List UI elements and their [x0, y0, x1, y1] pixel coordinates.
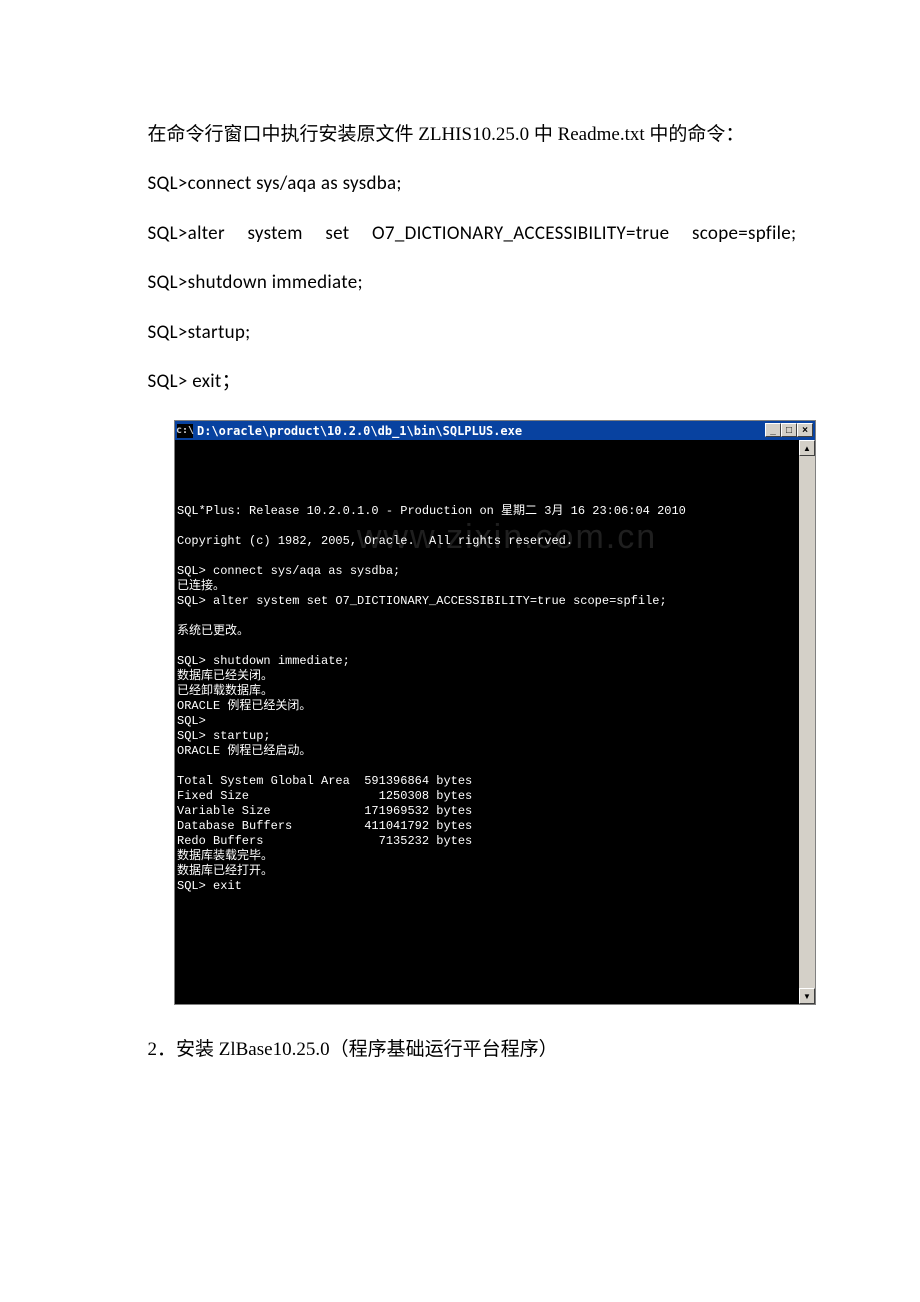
- sql-command-exit: SQL> exit；: [100, 357, 820, 406]
- scrollbar[interactable]: ▲ ▼: [799, 440, 815, 1004]
- console-window: c:\ D:\oracle\product\10.2.0\db_1\bin\SQ…: [174, 420, 816, 1005]
- sql-command-connect: SQL>connect sys/aqa as sysdba;: [100, 159, 820, 208]
- cmd-icon: c:\: [177, 424, 193, 438]
- step-2: 2．安装 ZlBase10.25.0（程序基础运行平台程序）: [100, 1025, 820, 1074]
- sql-command-shutdown: SQL>shutdown immediate;: [100, 258, 820, 307]
- close-button[interactable]: ×: [797, 423, 813, 437]
- window-title: D:\oracle\product\10.2.0\db_1\bin\SQLPLU…: [197, 424, 522, 438]
- sql-command-startup: SQL>startup;: [100, 308, 820, 357]
- sql-command-alter: SQL>alter system set O7_DICTIONARY_ACCES…: [100, 209, 820, 258]
- minimize-button[interactable]: _: [765, 423, 781, 437]
- scroll-up-button[interactable]: ▲: [799, 440, 815, 456]
- console-lines: SQL*Plus: Release 10.2.0.1.0 - Productio…: [177, 489, 797, 894]
- intro-paragraph: 在命令行窗口中执行安装原文件 ZLHIS10.25.0 中 Readme.txt…: [100, 110, 820, 159]
- scroll-down-button[interactable]: ▼: [799, 988, 815, 1004]
- document-page: 在命令行窗口中执行安装原文件 ZLHIS10.25.0 中 Readme.txt…: [0, 0, 920, 1135]
- window-buttons: _ □ ×: [765, 423, 813, 437]
- console-area: SQL*Plus: Release 10.2.0.1.0 - Productio…: [175, 440, 815, 1004]
- maximize-button[interactable]: □: [781, 423, 797, 437]
- window-titlebar: c:\ D:\oracle\product\10.2.0\db_1\bin\SQ…: [175, 421, 815, 440]
- console-output[interactable]: SQL*Plus: Release 10.2.0.1.0 - Productio…: [175, 440, 799, 1004]
